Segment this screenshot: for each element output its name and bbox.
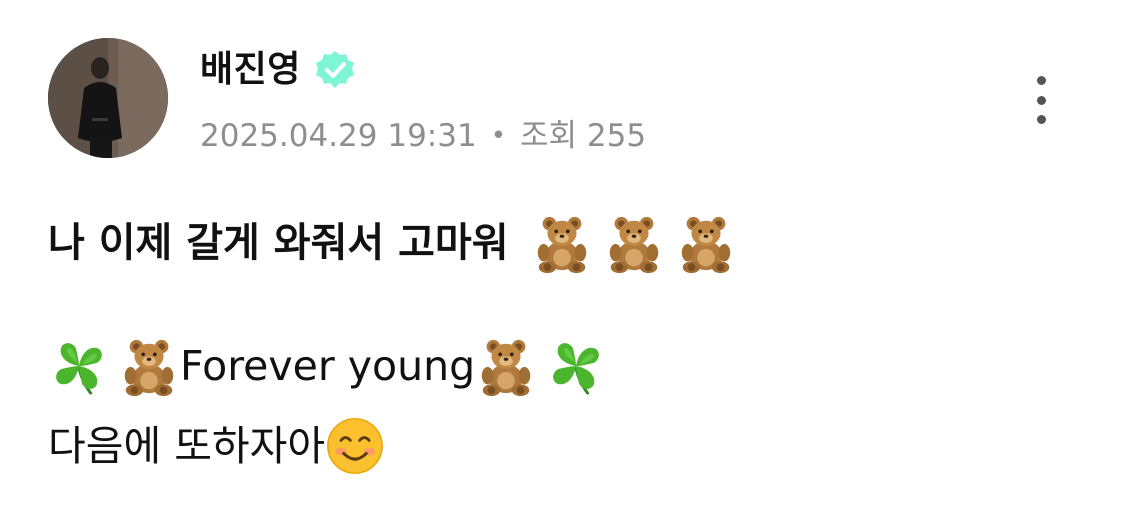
post-meta: 2025.04.29 19:31 • 조회 255 xyxy=(200,114,646,158)
teddy-bear-icon xyxy=(531,212,593,274)
smiling-face-icon xyxy=(325,416,385,476)
view-count: 조회 255 xyxy=(520,118,647,154)
teddy-bear-icon xyxy=(475,335,537,397)
post-card: 배진영 2025.04.29 19:31 • 조회 255 나 이제 갈게 와줘… xyxy=(0,0,1125,515)
post-body-line-1: Forever young xyxy=(48,334,607,398)
post-title: 나 이제 갈게 와줘서 고마워 xyxy=(48,208,737,278)
author-name-row: 배진영 xyxy=(200,44,357,96)
four-leaf-clover-icon xyxy=(545,335,607,397)
post-timestamp: 2025.04.29 19:31 xyxy=(200,118,477,154)
more-vertical-icon xyxy=(1036,76,1046,85)
meta-separator: • xyxy=(490,121,507,151)
teddy-bear-icon xyxy=(675,212,737,274)
author-avatar[interactable] xyxy=(48,38,168,158)
post-body-line-2: 다음에 또하자아 xyxy=(48,414,385,478)
profile-photo-icon xyxy=(48,38,168,158)
more-options-button[interactable] xyxy=(1018,72,1064,128)
post-body-text-2: 다음에 또하자아 xyxy=(48,422,326,470)
post-title-text: 나 이제 갈게 와줘서 고마워 xyxy=(48,220,509,266)
four-leaf-clover-icon xyxy=(48,335,110,397)
verified-badge-icon xyxy=(315,51,354,88)
post-body-text-1: Forever young xyxy=(180,342,476,390)
title-emoji-group xyxy=(531,212,737,274)
teddy-bear-icon xyxy=(118,335,180,397)
teddy-bear-icon xyxy=(603,212,665,274)
author-name[interactable]: 배진영 xyxy=(200,44,301,96)
